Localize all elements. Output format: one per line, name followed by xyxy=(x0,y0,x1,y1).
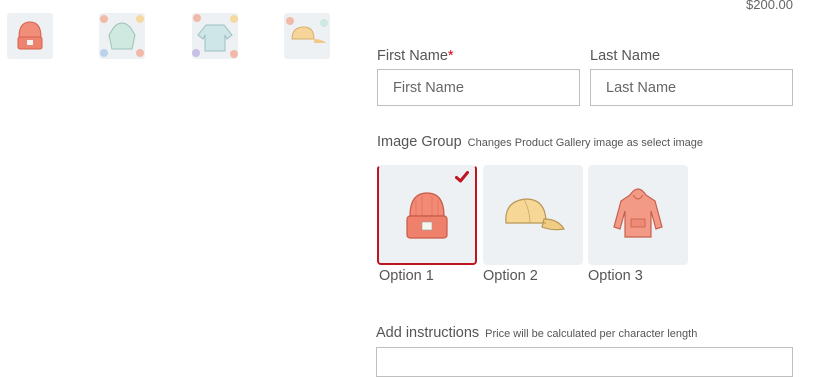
sweatshirt-pattern-icon xyxy=(192,14,238,58)
instructions-label: Add instructions Price will be calculated… xyxy=(376,325,697,341)
image-option-1[interactable] xyxy=(377,165,477,265)
instructions-title: Add instructions xyxy=(376,325,480,341)
first-name-label: First Name* xyxy=(377,48,454,64)
cap-pattern-icon xyxy=(286,17,328,43)
option-3-label: Option 3 xyxy=(588,268,643,284)
hoodie-icon xyxy=(613,188,663,238)
instructions-hint: Price will be calculated per character l… xyxy=(485,328,698,340)
product-price: $200.00 xyxy=(746,0,793,12)
image-group-title: Image Group xyxy=(377,134,462,150)
beanie-icon xyxy=(17,21,43,50)
first-name-label-text: First Name xyxy=(377,48,448,64)
last-name-input[interactable] xyxy=(590,69,793,106)
image-option-2[interactable] xyxy=(483,165,583,265)
beanie-icon xyxy=(406,192,448,239)
image-option-3[interactable] xyxy=(588,165,688,265)
cap-icon xyxy=(505,198,565,231)
gallery-thumb-2[interactable] xyxy=(99,13,145,59)
instructions-textarea[interactable] xyxy=(376,347,793,377)
checkmark-icon xyxy=(455,171,469,183)
gallery-thumb-4[interactable] xyxy=(284,13,330,59)
option-2-label: Option 2 xyxy=(483,268,538,284)
first-name-input[interactable] xyxy=(377,69,580,106)
gallery-thumb-1[interactable] xyxy=(7,13,53,59)
image-group-label: Image Group Changes Product Gallery image… xyxy=(377,134,703,150)
last-name-label: Last Name xyxy=(590,48,661,64)
hoodie-pattern-icon xyxy=(100,15,144,57)
required-asterisk: * xyxy=(447,48,454,64)
gallery-thumb-3[interactable] xyxy=(192,13,238,59)
image-group-hint: Changes Product Gallery image as select … xyxy=(467,137,704,149)
option-1-label: Option 1 xyxy=(379,268,434,284)
